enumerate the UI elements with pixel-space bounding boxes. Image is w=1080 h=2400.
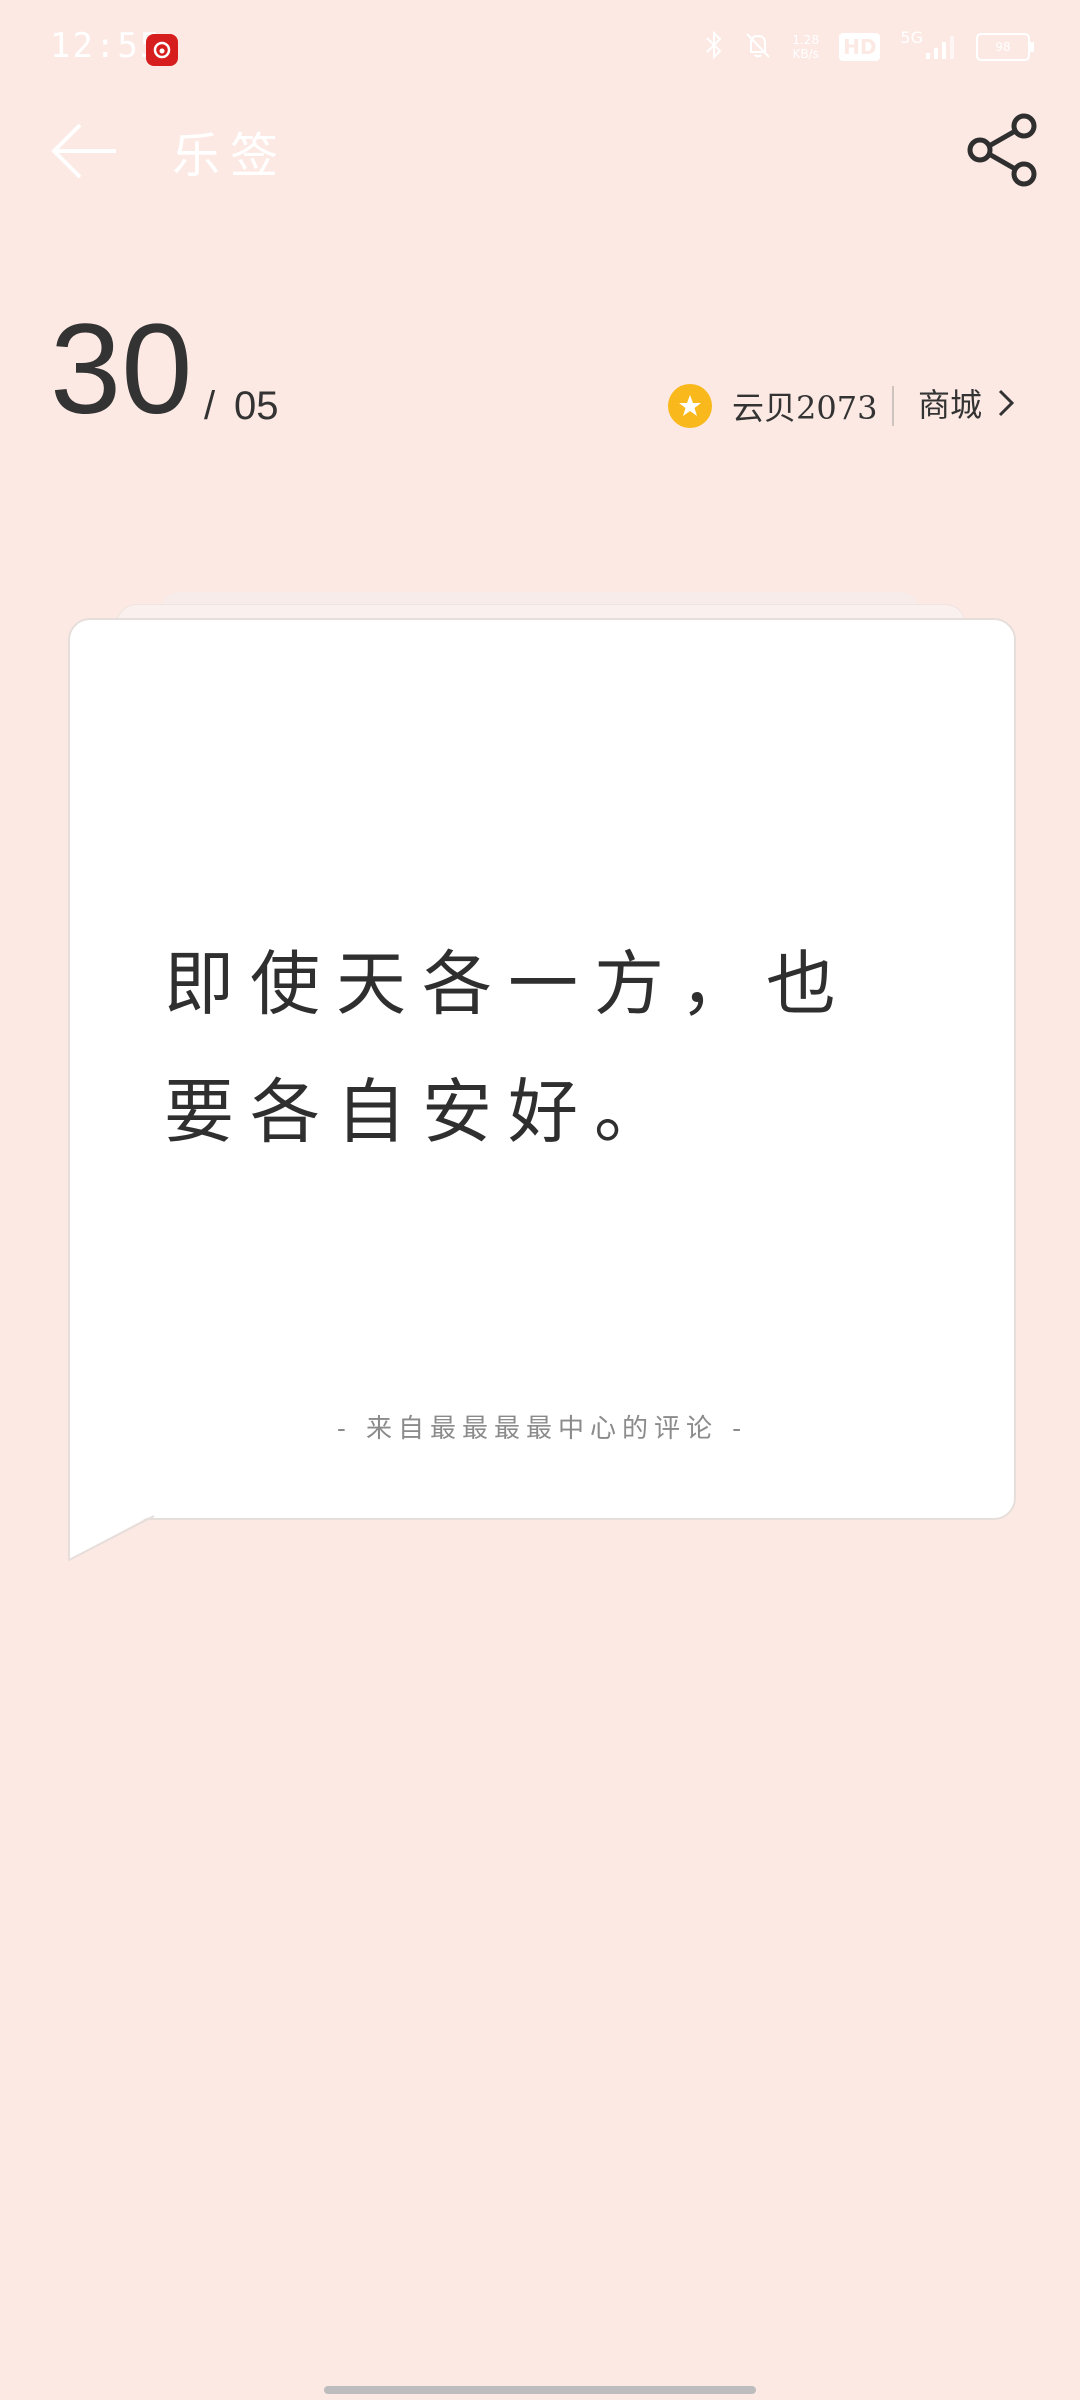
netease-music-notification-icon <box>146 34 178 66</box>
quote-text: 即使天各一方，也要各自安好。 <box>164 943 852 1153</box>
yunbei-label: 云贝2073 <box>732 389 878 427</box>
date-separator: / <box>204 384 216 428</box>
star-coin-icon <box>668 384 712 428</box>
status-bar: 12:55 1.28 KB/s HD 5G 98 <box>0 0 1080 100</box>
home-indicator[interactable] <box>324 2386 756 2394</box>
share-button[interactable] <box>952 100 1052 200</box>
yunbei-balance[interactable]: 云贝2073 <box>668 384 877 428</box>
back-arrow-icon <box>51 123 116 179</box>
quote-source: - 来自最最最最中心的评论 - <box>336 1414 748 1444</box>
quote-card[interactable]: 即使天各一方，也要各自安好。 - 来自最最最最中心的评论 - <box>68 618 1016 1520</box>
mute-bell-icon <box>744 30 772 64</box>
hd-badge: HD <box>839 33 881 61</box>
status-icons: 1.28 KB/s HD 5G 98 <box>704 28 1034 64</box>
back-button[interactable] <box>40 106 130 196</box>
date-day: 30 <box>50 298 193 441</box>
signal-5g: 5G <box>900 28 956 59</box>
shop-label: 商城 <box>918 386 983 424</box>
signal-bars-icon <box>926 36 954 59</box>
date-month: 05 <box>234 384 279 428</box>
app-bar: 乐签 <box>0 100 1080 200</box>
page-title: 乐签 <box>172 128 289 184</box>
divider <box>892 386 894 426</box>
shop-link[interactable]: 商城 <box>918 380 1016 426</box>
speech-bubble-tail <box>68 1514 155 1562</box>
bluetooth-icon <box>704 30 724 64</box>
share-icon <box>967 113 1037 187</box>
chevron-right-icon <box>998 389 1015 417</box>
network-speed: 1.28 KB/s <box>792 33 820 61</box>
battery-icon: 98 <box>976 33 1034 61</box>
